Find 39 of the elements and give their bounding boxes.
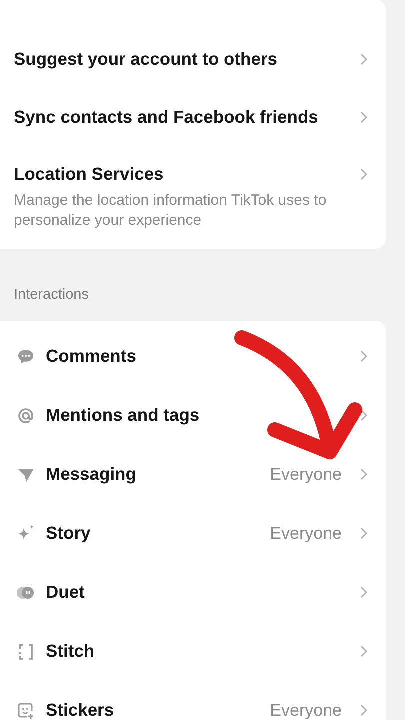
- row-value: Everyone: [270, 464, 342, 484]
- row-title: Story: [46, 523, 92, 544]
- chevron-right-icon: [360, 52, 368, 66]
- settings-row[interactable]: Stickers Everyone: [0, 681, 386, 720]
- row-value: Everyone: [270, 700, 342, 720]
- sticker-icon: [17, 702, 35, 720]
- settings-row[interactable]: Suggest your account to others: [0, 30, 386, 88]
- row-title: Mentions and tags: [46, 405, 201, 426]
- row-value: Everyone: [270, 524, 342, 544]
- at-sign-icon: [17, 406, 35, 424]
- chevron-right-icon: [360, 350, 368, 363]
- chevron-right-icon: [360, 704, 368, 717]
- row-title: Sync contacts and Facebook friends: [14, 106, 320, 128]
- chevron-right-icon: [360, 645, 368, 658]
- settings-row[interactable]: Sync contacts and Facebook friends: [0, 88, 386, 146]
- row-title: Location Services: [14, 164, 165, 185]
- chevron-right-icon: [360, 409, 368, 422]
- settings-row[interactable]: Location Services: [0, 146, 386, 185]
- chevron-right-icon: [360, 468, 368, 481]
- chevron-right-icon: [360, 586, 368, 599]
- row-title: Stitch: [46, 641, 96, 662]
- settings-row[interactable]: Stitch: [0, 622, 386, 681]
- section-header: Interactions: [13, 286, 90, 305]
- row-title: Stickers: [46, 700, 116, 720]
- chevron-right-icon: [360, 168, 368, 181]
- speech-bubble-icon: [17, 348, 35, 366]
- chevron-right-icon: [360, 527, 368, 540]
- settings-row[interactable]: Messaging Everyone: [0, 445, 386, 504]
- settings-row[interactable]: Comments: [0, 327, 386, 386]
- row-title: Messaging: [46, 464, 138, 485]
- settings-row[interactable]: Duet: [0, 563, 386, 622]
- row-title: Suggest your account to others: [14, 48, 278, 70]
- chevron-right-icon: [360, 110, 368, 124]
- settings-row[interactable]: Mentions and tags: [0, 386, 386, 445]
- settings-row[interactable]: Story Everyone: [0, 504, 386, 563]
- dashed-frame-icon: [17, 642, 35, 660]
- row-title: Duet: [46, 582, 86, 603]
- row-description: Manage the location information TikTok uses to personalize your experience: [13, 191, 328, 231]
- row-title: Comments: [46, 346, 138, 367]
